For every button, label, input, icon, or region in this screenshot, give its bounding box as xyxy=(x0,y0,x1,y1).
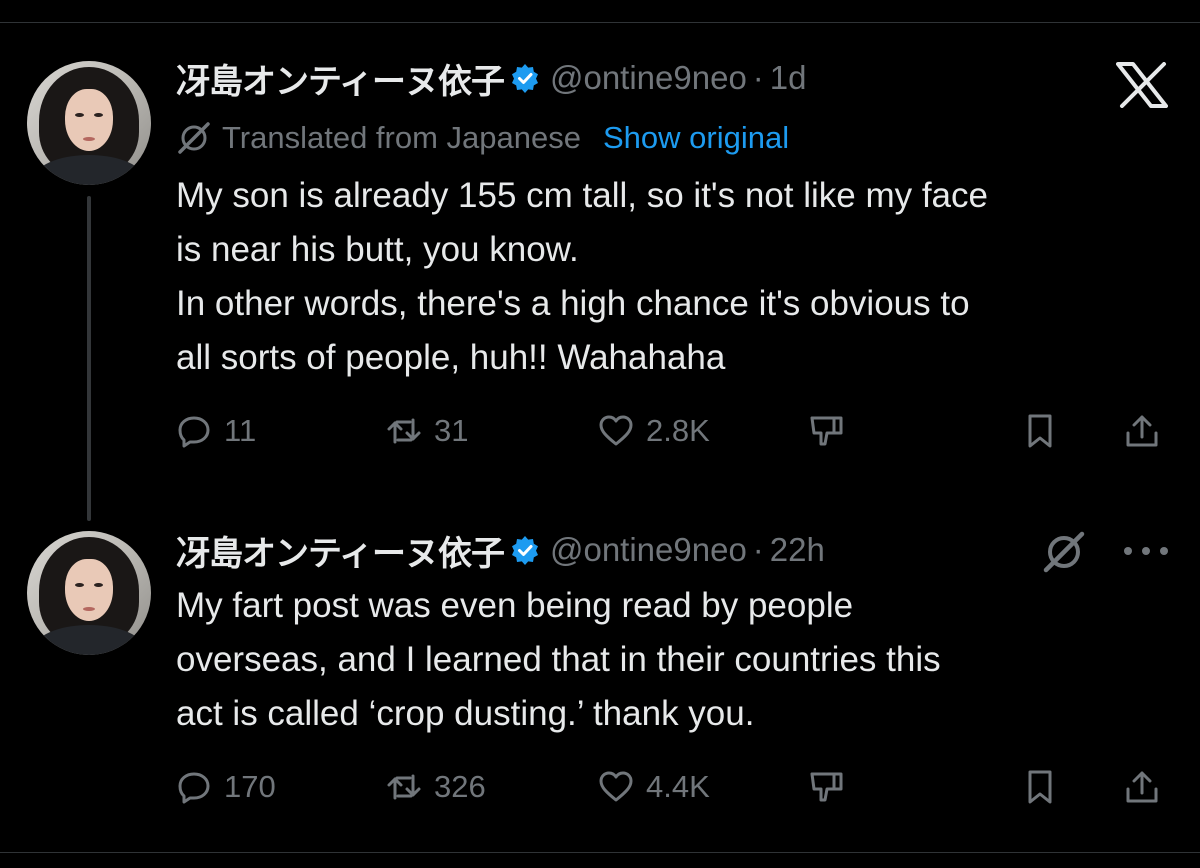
display-name[interactable]: 冴島オンティーヌ依子 xyxy=(176,526,505,575)
repost-button[interactable]: 326 xyxy=(386,762,486,812)
share-icon xyxy=(1126,771,1158,803)
like-button[interactable]: 2.8K xyxy=(598,406,710,456)
bookmark-icon xyxy=(1028,414,1052,448)
top-divider xyxy=(0,22,1200,23)
bookmark-button[interactable] xyxy=(1022,406,1058,456)
handle[interactable]: @ontine9neo xyxy=(550,531,747,569)
dislike-button[interactable] xyxy=(808,406,844,456)
tweet-actions: 170 326 4.4K xyxy=(176,762,1168,812)
repost-count: 326 xyxy=(434,769,486,804)
x-logo-icon[interactable] xyxy=(1116,62,1168,108)
display-name[interactable]: 冴島オンティーヌ依子 xyxy=(176,54,505,103)
tweet-header: 冴島オンティーヌ依子 @ontine9neo · 22h xyxy=(176,526,825,575)
separator-dot: · xyxy=(752,59,764,96)
translate-icon[interactable] xyxy=(1040,528,1088,576)
more-options-icon[interactable] xyxy=(1124,536,1168,566)
tweet-text-line: is near his butt, you know. xyxy=(176,230,579,269)
repost-count: 31 xyxy=(434,413,469,448)
translated-label: Translated from Japanese xyxy=(222,120,581,155)
verified-badge-icon xyxy=(511,64,538,93)
bottom-divider xyxy=(0,852,1200,853)
repost-button[interactable]: 31 xyxy=(386,406,468,456)
share-button[interactable] xyxy=(1124,762,1160,812)
reply-icon xyxy=(178,772,210,804)
avatar[interactable] xyxy=(27,531,151,655)
repost-icon xyxy=(387,774,421,800)
tweet-text-line: all sorts of people, huh!! Wahahaha xyxy=(176,338,726,377)
tweet-text-line: overseas, and I learned that in their co… xyxy=(176,640,941,679)
translate-icon xyxy=(178,122,210,154)
reply-count: 11 xyxy=(224,413,257,448)
tweet-actions: 11 31 2.8K xyxy=(176,406,1168,456)
thread-connector-line xyxy=(87,196,91,521)
reply-count: 170 xyxy=(224,769,276,804)
repost-icon xyxy=(387,418,421,444)
show-original-link[interactable]: Show original xyxy=(603,120,789,156)
tweet-text: My fart post was even being read by peop… xyxy=(176,579,941,741)
timestamp[interactable]: 22h xyxy=(770,531,825,569)
handle[interactable]: @ontine9neo xyxy=(550,59,747,97)
timestamp[interactable]: 1d xyxy=(770,59,807,97)
tweet-header: 冴島オンティーヌ依子 @ontine9neo · 1d xyxy=(176,54,807,103)
reply-button[interactable]: 170 xyxy=(176,762,276,812)
share-button[interactable] xyxy=(1124,406,1160,456)
heart-icon xyxy=(599,415,633,446)
dislike-button[interactable] xyxy=(808,762,844,812)
bookmark-icon xyxy=(1028,770,1052,804)
tweet-text-line: act is called ‘crop dusting.’ thank you. xyxy=(176,694,755,733)
tweet-text: My son is already 155 cm tall, so it's n… xyxy=(176,169,988,385)
bookmark-button[interactable] xyxy=(1022,762,1058,812)
reply-button[interactable]: 11 xyxy=(176,406,256,456)
like-count: 4.4K xyxy=(646,769,710,804)
reply-icon xyxy=(178,416,210,448)
verified-badge-icon xyxy=(511,536,538,565)
like-count: 2.8K xyxy=(646,413,710,448)
tweet-text-line: My fart post was even being read by peop… xyxy=(176,586,854,625)
translation-bar: Translated from Japanese Show original xyxy=(176,117,789,159)
thumbs-down-icon xyxy=(810,416,843,446)
like-button[interactable]: 4.4K xyxy=(598,762,710,812)
thumbs-down-icon xyxy=(810,772,843,802)
heart-icon xyxy=(599,771,633,802)
tweet-text-line: In other words, there's a high chance it… xyxy=(176,284,970,323)
separator-dot: · xyxy=(752,531,764,568)
tweet-text-line: My son is already 155 cm tall, so it's n… xyxy=(176,176,988,215)
avatar[interactable] xyxy=(27,61,151,185)
share-icon xyxy=(1126,415,1158,447)
